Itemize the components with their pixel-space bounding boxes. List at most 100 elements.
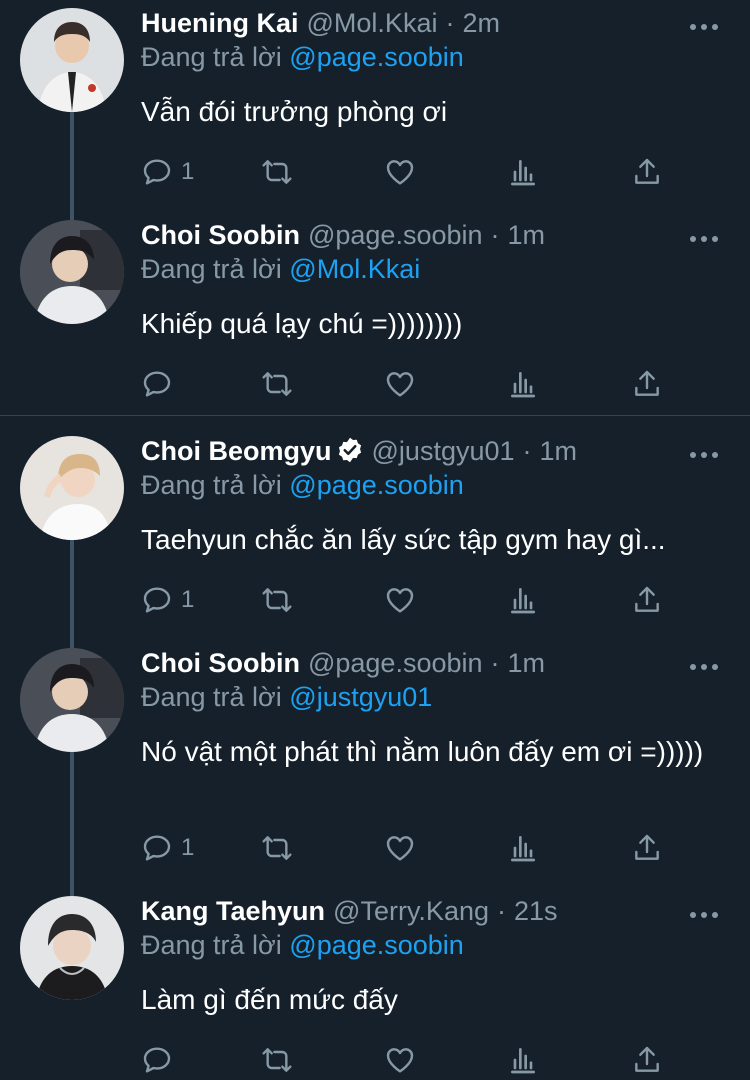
timestamp[interactable]: 1m [508, 648, 546, 678]
avatar[interactable] [20, 648, 124, 752]
like-button[interactable] [384, 828, 416, 868]
reply-icon [141, 156, 173, 188]
reply-count: 1 [181, 834, 195, 861]
more-icon[interactable] [688, 450, 720, 460]
tweet-text: Vẫn đói trưởng phòng ơi [141, 96, 448, 127]
share-button[interactable] [631, 828, 663, 868]
display-name[interactable]: Kang Taehyun [141, 896, 325, 926]
reply-mention-link[interactable]: @page.soobin [289, 42, 464, 72]
avatar[interactable] [20, 8, 124, 112]
tweet-text: Taehyun chắc ăn lấy sức tập gym hay gì..… [141, 524, 666, 555]
reply-mention-link[interactable]: @page.soobin [289, 930, 464, 960]
tweet[interactable]: Huening Kai @Mol.Kkai · 2m Đang trả lời @pa… [0, 0, 750, 205]
user-handle[interactable]: @page.soobin [308, 220, 483, 250]
views-icon [507, 584, 539, 616]
display-name[interactable]: Choi Soobin [141, 220, 300, 250]
separator: · [497, 896, 506, 926]
tweet-actions: 1 [141, 828, 701, 868]
views-icon [507, 156, 539, 188]
like-icon [384, 156, 416, 188]
avatar[interactable] [20, 436, 124, 540]
display-name[interactable]: Choi Soobin [141, 648, 300, 678]
tweet-text: Làm gì đến mức đấy [141, 984, 398, 1015]
views-icon [507, 368, 539, 400]
reply-mention-link[interactable]: @page.soobin [289, 470, 464, 500]
views-icon [507, 1044, 539, 1076]
reply-button[interactable] [141, 364, 181, 404]
more-icon[interactable] [688, 234, 720, 244]
reply-context: Đang trả lời @page.soobin [141, 42, 464, 73]
retweet-button[interactable] [261, 828, 293, 868]
share-button[interactable] [631, 580, 663, 620]
display-name[interactable]: Choi Beomgyu [141, 436, 332, 466]
like-button[interactable] [384, 1040, 416, 1080]
separator: · [445, 8, 455, 38]
retweet-button[interactable] [261, 364, 293, 404]
tweet[interactable]: Kang Taehyun @Terry.Kang · 21s Đang trả lời… [0, 888, 750, 1080]
timestamp[interactable]: 1m [540, 436, 578, 466]
user-handle[interactable]: @page.soobin [308, 648, 483, 678]
retweet-button[interactable] [261, 580, 293, 620]
display-name[interactable]: Huening Kai [141, 8, 299, 38]
reply-label: Đang trả lời [141, 470, 282, 500]
retweet-icon [261, 156, 293, 188]
user-handle[interactable]: @Terry.Kang [333, 896, 489, 926]
tweet[interactable]: Choi Soobin @page.soobin · 1m Đang trả lời … [0, 212, 750, 412]
retweet-button[interactable] [261, 152, 293, 192]
reply-label: Đang trả lời [141, 254, 282, 284]
timestamp[interactable]: 21s [514, 896, 558, 926]
user-handle[interactable]: @Mol.Kkai [307, 8, 438, 38]
views-icon [507, 832, 539, 864]
avatar[interactable] [20, 220, 124, 324]
tweet-actions: 1 [141, 580, 701, 620]
retweet-icon [261, 832, 293, 864]
reply-context: Đang trả lời @page.soobin [141, 930, 464, 961]
share-button[interactable] [631, 1040, 663, 1080]
reply-count: 1 [181, 586, 195, 613]
timestamp[interactable]: 2m [462, 8, 500, 38]
views-button[interactable] [507, 152, 539, 192]
reply-label: Đang trả lời [141, 682, 282, 712]
like-icon [384, 584, 416, 616]
verified-icon [338, 437, 361, 463]
reply-count: 1 [181, 158, 195, 185]
share-button[interactable] [631, 364, 663, 404]
like-button[interactable] [384, 152, 416, 192]
separator: · [522, 436, 532, 466]
views-button[interactable] [507, 828, 539, 868]
tweet[interactable]: Choi Beomgyu @justgyu01 · 1m Đang trả lời @… [0, 428, 750, 633]
tweet-text: Khiếp quá lạy chú =)))))))) [141, 308, 463, 339]
retweet-button[interactable] [261, 1040, 293, 1080]
timestamp[interactable]: 1m [508, 220, 546, 250]
share-icon [631, 368, 663, 400]
like-button[interactable] [384, 364, 416, 404]
reply-button[interactable]: 1 [141, 580, 194, 620]
more-icon[interactable] [688, 22, 720, 32]
tweet-text: Nó vật một phát thì nằm luôn đấy em ơi =… [141, 736, 704, 767]
reply-button[interactable]: 1 [141, 828, 194, 868]
views-button[interactable] [507, 364, 539, 404]
reply-icon [141, 584, 173, 616]
reply-context: Đang trả lời @Mol.Kkai [141, 254, 420, 285]
reply-button[interactable] [141, 1040, 181, 1080]
avatar[interactable] [20, 896, 124, 1000]
reply-icon [141, 1044, 173, 1076]
views-button[interactable] [507, 1040, 539, 1080]
user-handle[interactable]: @justgyu01 [372, 436, 515, 466]
tweet-actions [141, 364, 701, 404]
more-icon[interactable] [688, 662, 720, 672]
share-icon [631, 832, 663, 864]
tweet[interactable]: Choi Soobin @page.soobin · 1m Đang trả lời … [0, 640, 750, 880]
like-button[interactable] [384, 580, 416, 620]
separator: · [490, 648, 500, 678]
share-button[interactable] [631, 152, 663, 192]
reply-button[interactable]: 1 [141, 152, 194, 192]
views-button[interactable] [507, 580, 539, 620]
reply-mention-link[interactable]: @justgyu01 [289, 682, 432, 712]
retweet-icon [261, 368, 293, 400]
like-icon [384, 1044, 416, 1076]
share-icon [631, 156, 663, 188]
reply-mention-link[interactable]: @Mol.Kkai [289, 254, 420, 284]
thread-divider [0, 415, 750, 416]
more-icon[interactable] [688, 910, 720, 920]
